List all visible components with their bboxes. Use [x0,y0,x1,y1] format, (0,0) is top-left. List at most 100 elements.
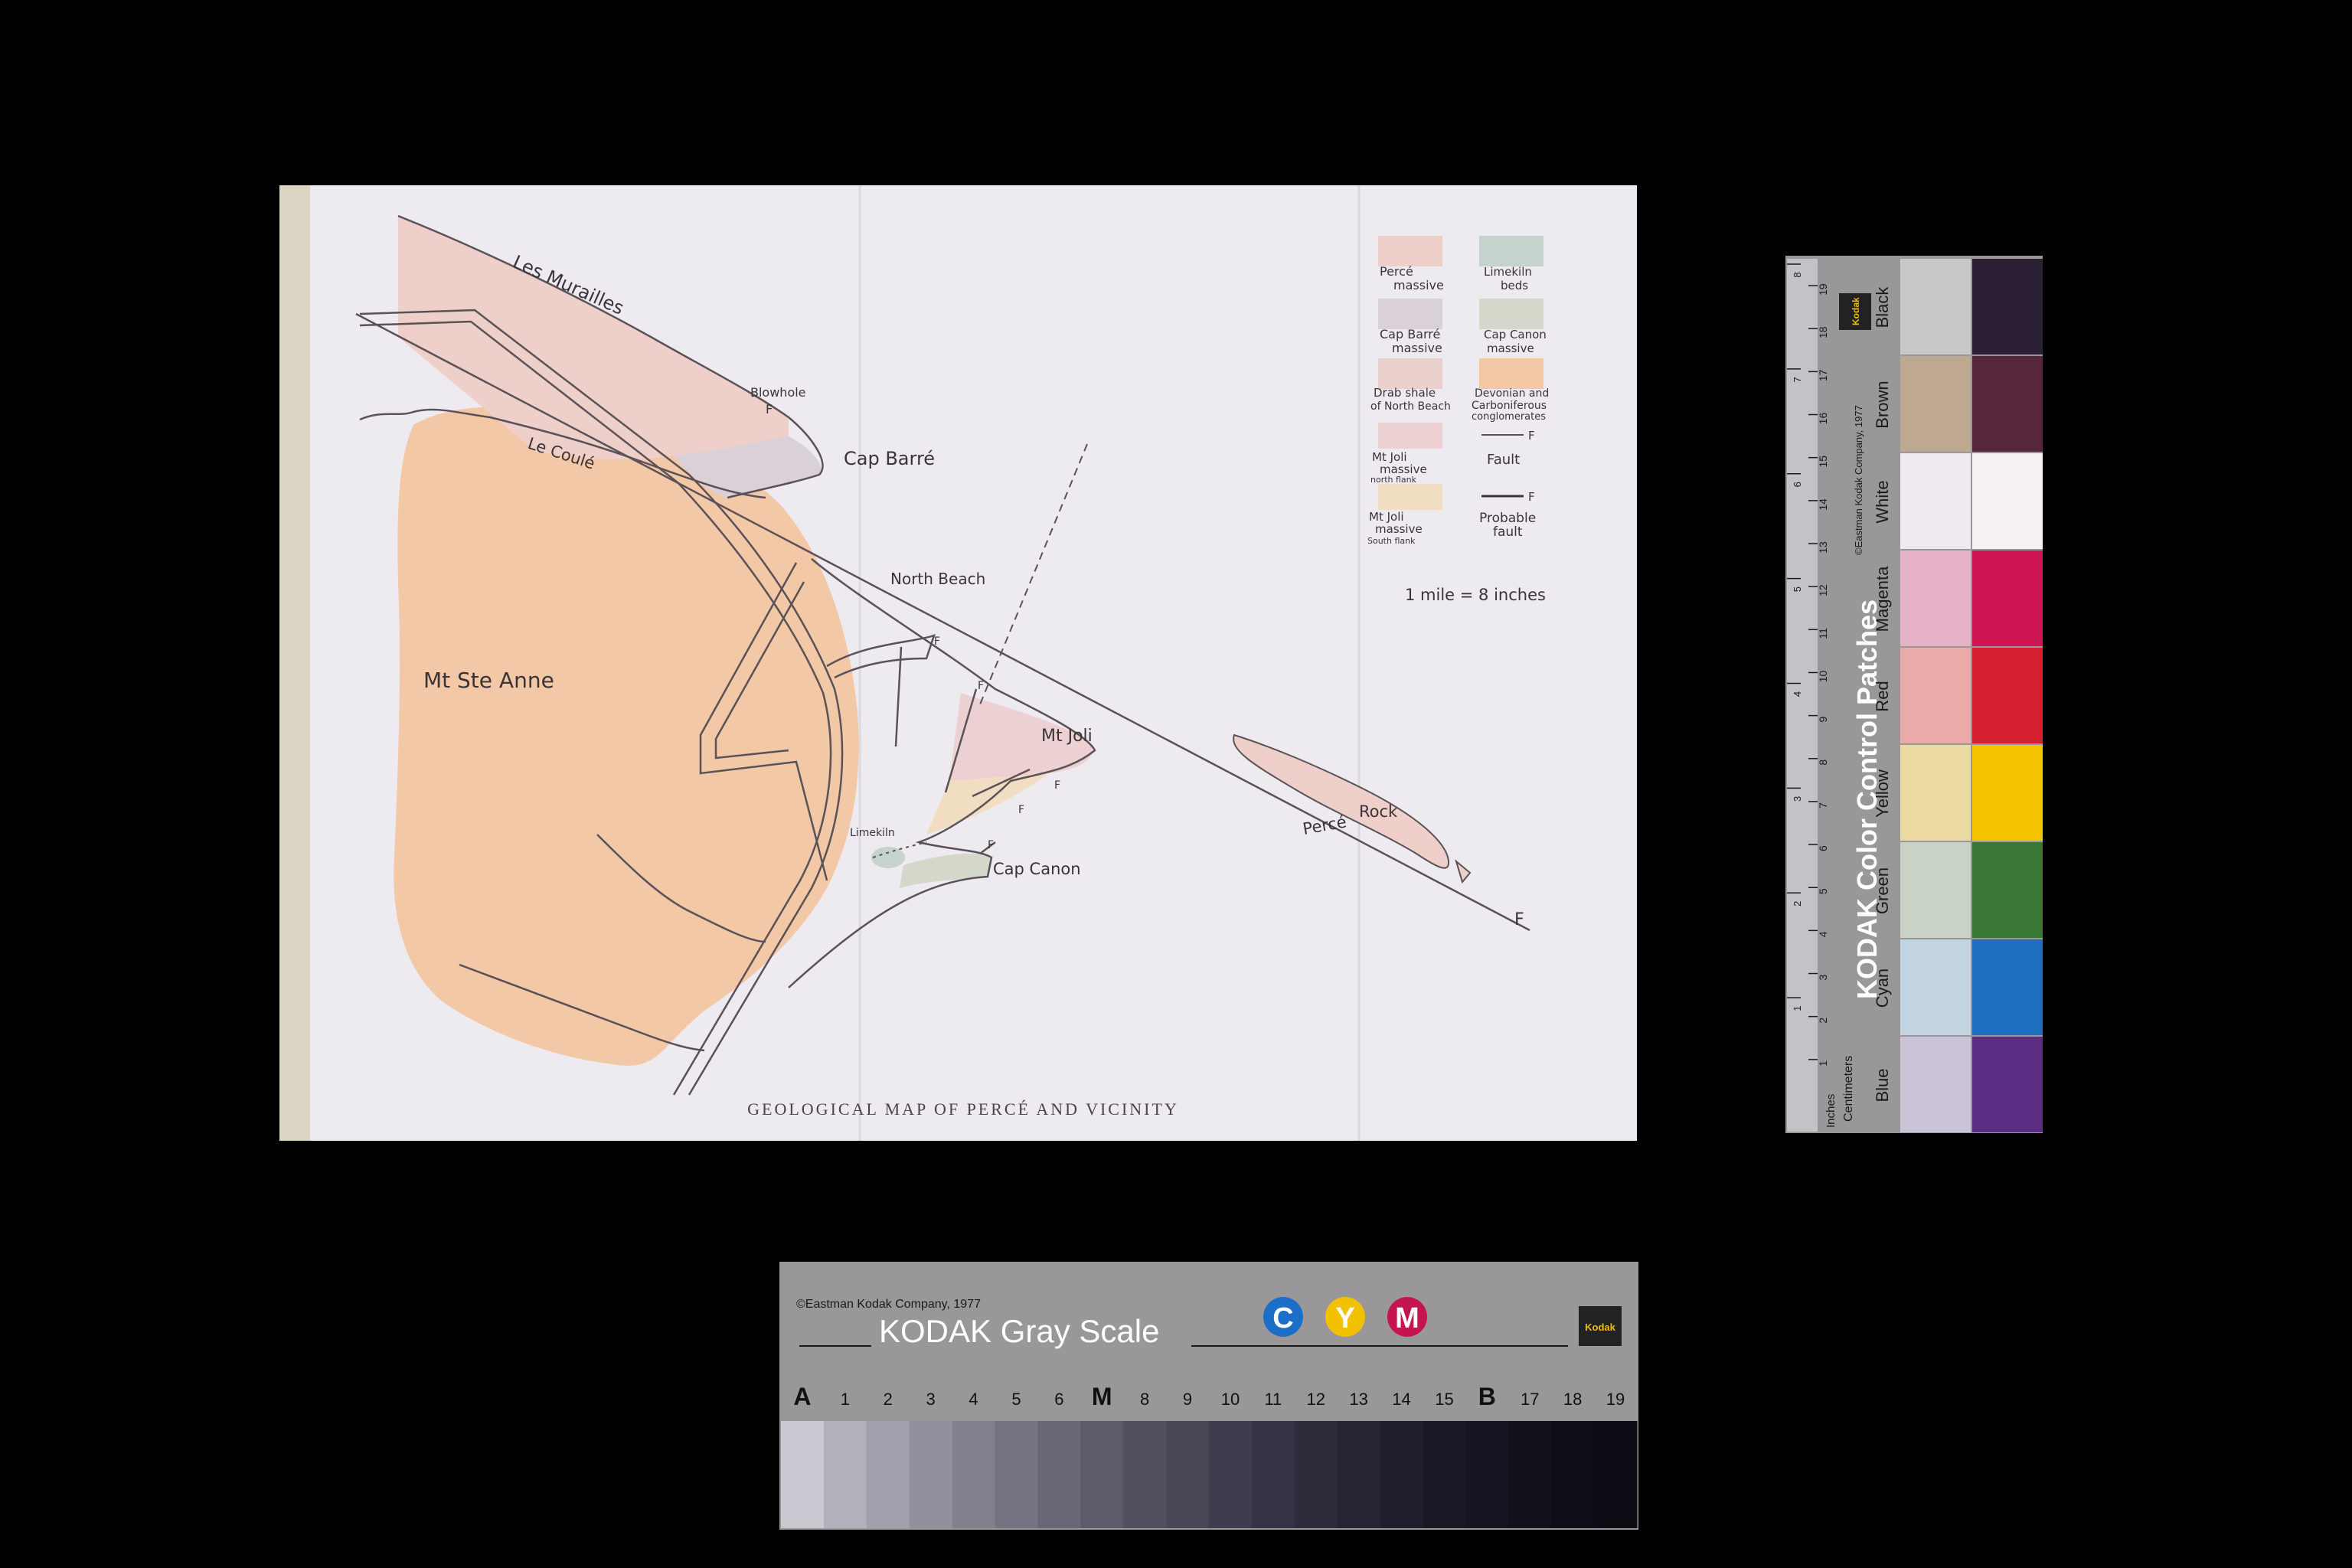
legend-capbarre-l2: massive [1392,341,1442,355]
gray-step-swatch [1209,1421,1253,1528]
gray-step-swatch [952,1421,995,1528]
ruler-cm-label: 3 [1817,974,1829,980]
legend-perce-l1: Percé [1380,264,1413,279]
label-north-beach: North Beach [890,570,985,588]
patch-white-light [1900,453,1971,549]
gray-step-swatch [1423,1421,1466,1528]
patch-label-cyan: Cyan [1873,969,1892,1008]
legend-swatch-joli-north [1378,423,1442,449]
ruler-inch-label: 7 [1792,377,1803,382]
ruler-cm-label: 13 [1817,541,1829,554]
legend-drab-l2: of North Beach [1370,400,1451,413]
ruler-cm-label: 17 [1817,369,1829,381]
ruler-cm-label: 19 [1817,283,1829,296]
patch-yellow-dark [1972,745,2043,841]
gray-step-label: 6 [1054,1390,1063,1409]
legend-swatch-cap-barre [1378,299,1442,329]
gray-step-swatch [1080,1421,1124,1528]
ruler-cm-label: 18 [1817,326,1829,338]
patch-green-light [1900,842,1971,938]
label-fault-f-5: F [988,839,994,851]
cym-badges: C Y M [1263,1297,1427,1337]
legend-swatch-perce [1378,236,1442,266]
gray-step-label: 9 [1183,1390,1192,1409]
gray-step-swatch [823,1421,867,1528]
gray-scale-card: ©Eastman Kodak Company, 1977 KODAK Gray … [779,1262,1638,1530]
legend-devonian-l3: conglomerates [1472,411,1546,423]
gray-step-label: 15 [1435,1390,1453,1409]
ruler-cm-label: 9 [1817,717,1829,723]
ruler-cm-label: 16 [1817,413,1829,425]
gray-step-label: 12 [1307,1390,1325,1409]
gray-step-label: 13 [1349,1390,1367,1409]
legend-devonian-l2: Carboniferous [1472,400,1547,412]
color-card-copyright: ©Eastman Kodak Company, 1977 [1853,405,1864,555]
kodak-logo-text: Kodak [1851,297,1861,325]
legend-swatch-devonian [1479,358,1544,389]
label-fault-f-3: F [1054,779,1060,792]
ruler-cm-label: 15 [1817,456,1829,468]
ruler-cm-label: 8 [1817,760,1829,766]
patch-label-blue: Blue [1873,1068,1892,1102]
gray-step-label: 8 [1140,1390,1149,1409]
ruler-cm-label: 12 [1817,584,1829,596]
patch-cyan-light [1900,939,1971,1035]
label-cap-barre: Cap Barré [844,448,935,469]
gray-card-copyright: ©Eastman Kodak Company, 1977 [796,1298,981,1311]
ruler-inch-label: 4 [1792,691,1803,697]
legend-limekiln-l1: Limekiln [1484,265,1532,279]
legend-swatch-limekiln [1479,236,1544,266]
gray-step-swatch [995,1421,1038,1528]
gray-card-title: KODAK Gray Scale [879,1313,1159,1349]
label-mt-joli: Mt Joli [1041,727,1093,746]
patch-cyan-dark [1972,939,2043,1035]
label-blowhole: Blowhole [750,385,806,400]
color-card-logo: Kodak [1839,293,1871,330]
legend-limekiln-l2: beds [1501,279,1528,292]
gray-step-label: 14 [1392,1390,1410,1409]
patch-label-white: White [1873,480,1892,523]
ruler-inch-label: 8 [1792,272,1803,277]
patch-yellow-light [1900,745,1971,841]
gray-step-label: 3 [926,1390,936,1409]
gray-step-swatch [1251,1421,1295,1528]
ruler-cm-label: 14 [1817,498,1829,511]
ruler-inch-label: 6 [1792,482,1803,487]
legend-joli-s-l3: South flank [1367,536,1416,546]
color-card-cm-label: Centimeters [1842,1056,1855,1122]
patch-green-dark [1972,842,2043,938]
gray-step-label: 5 [1011,1390,1021,1409]
gray-step-swatch [1123,1421,1167,1528]
gray-step-swatch [1166,1421,1210,1528]
gray-step-label: B [1478,1383,1496,1410]
gray-step-swatch [1508,1421,1552,1528]
map-sheet: Les Murailles Le Coulé Blowhole F Cap Ba… [279,185,1637,1141]
patch-magenta-light [1900,550,1971,646]
gray-step-label: 17 [1521,1390,1539,1409]
ruler-inch-label: 5 [1792,586,1803,592]
ruler-cm-label: 5 [1817,888,1829,894]
ruler-cm-label: 7 [1817,802,1829,808]
yellow-badge-letter: Y [1335,1302,1354,1334]
patch-blue-dark [1972,1037,2043,1132]
gray-step-label: A [793,1383,811,1410]
gray-step-swatch [1037,1421,1081,1528]
patch-white-dark [1972,453,2043,549]
patch-red-light [1900,648,1971,743]
gray-step-swatch [1294,1421,1338,1528]
gray-step-swatch [1551,1421,1595,1528]
gray-step-label: 4 [969,1390,978,1409]
patch-brown-dark [1972,356,2043,452]
patch-blue-light [1900,1037,1971,1132]
ruler-cm-label: 1 [1817,1060,1829,1067]
label-rock: Rock [1359,802,1398,821]
patch-label-magenta: Magenta [1873,566,1892,632]
legend-joli-n-l3: north flank [1370,475,1417,485]
gray-step-swatch [866,1421,910,1528]
legend-swatch-cap-canon [1479,299,1544,329]
gray-step-label: 10 [1221,1390,1240,1409]
patch-magenta-dark [1972,550,2043,646]
legend-joli-s-l2: massive [1375,522,1423,536]
legend-drab-l1: Drab shale [1374,386,1436,400]
ruler-cm-label: 11 [1817,628,1829,639]
